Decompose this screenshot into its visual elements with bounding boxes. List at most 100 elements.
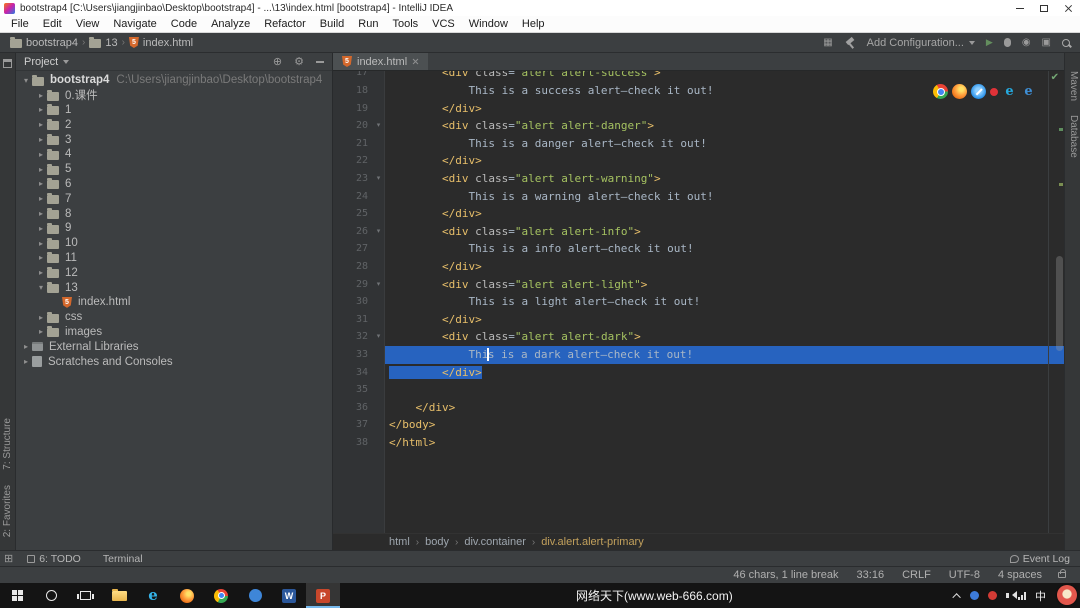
line-number[interactable]: 37 [333,416,372,434]
line-number[interactable]: 30 [333,293,372,311]
taskbar-firefox-button[interactable] [170,583,204,608]
code-line-text[interactable]: </div> [385,152,1064,170]
line-number[interactable]: 18 [333,82,372,100]
breadcrumb-div-container[interactable]: div.container [464,536,526,548]
line-separator[interactable]: CRLF [902,569,931,581]
code-line-text[interactable]: <div class="alert alert-info"> [385,223,1064,241]
tree-chevron-icon[interactable]: ▸ [35,239,47,248]
ime-indicator[interactable]: 中 [1035,588,1046,604]
code-line[interactable]: 20 ▾ <div class="alert alert-danger"> [333,117,1064,135]
tree-chevron-icon[interactable]: ▸ [35,150,47,159]
menu-tools[interactable]: Tools [385,16,425,32]
code-line-text[interactable]: <div class="alert alert-danger"> [385,117,1064,135]
tree-chevron-icon[interactable]: ▸ [35,224,47,233]
readonly-lock-icon[interactable] [1058,569,1066,578]
code-line-text[interactable]: </html> [385,434,1064,452]
tree-chevron-icon[interactable]: ▸ [35,165,47,174]
menu-navigate[interactable]: Navigate [106,16,163,32]
code-line[interactable]: 25 </div> [333,205,1064,223]
code-line-text[interactable]: </div> [385,311,1064,329]
tool-maven[interactable]: Maven [1068,71,1079,101]
fold-arrow-icon[interactable]: ▾ [372,117,385,135]
hide-panel-icon[interactable] [316,60,324,63]
close-tab-icon[interactable] [412,58,419,65]
menu-vcs[interactable]: VCS [425,16,462,32]
tree-chevron-icon[interactable]: ▸ [35,313,47,322]
coverage-icon[interactable]: ◉ [1022,37,1031,48]
line-number[interactable]: 17 [333,71,372,82]
menu-window[interactable]: Window [462,16,515,32]
code-line-text[interactable]: </div> [385,364,1064,382]
line-number[interactable]: 32 [333,328,372,346]
line-number[interactable]: 33 [333,346,372,364]
project-tree-item[interactable]: ▸ External Libraries [16,339,332,354]
code-line-text[interactable]: </div> [385,258,1064,276]
line-number[interactable]: 27 [333,240,372,258]
nav-crumb-index-html[interactable]: 5 index.html [128,37,193,49]
menu-file[interactable]: File [4,16,36,32]
project-tree-item[interactable]: 5 index.html [16,295,332,310]
taskbar-chrome-button[interactable] [204,583,238,608]
project-tree-item[interactable]: ▸ 1 [16,103,332,118]
line-number[interactable]: 22 [333,152,372,170]
safari-icon[interactable] [971,84,986,99]
taskbar-file-explorer-button[interactable] [102,583,136,608]
layout-icon[interactable]: ▦ [823,37,832,48]
project-tree-item[interactable]: ▾ 13 [16,280,332,295]
taskbar-app-button[interactable] [238,583,272,608]
code-line-text[interactable] [385,381,1064,399]
tree-chevron-icon[interactable]: ▾ [35,283,47,292]
code-line[interactable]: 22 </div> [333,152,1064,170]
project-panel-title[interactable]: Project [24,56,58,68]
volume-icon[interactable] [1006,591,1017,599]
menu-run[interactable]: Run [351,16,385,32]
breadcrumb-body[interactable]: body [425,536,449,548]
line-number[interactable]: 24 [333,188,372,206]
tree-chevron-icon[interactable]: ▸ [35,327,47,336]
code-line-text[interactable]: </div> [385,205,1064,223]
code-line[interactable]: 26 ▾ <div class="alert alert-info"> [333,223,1064,241]
tool-structure[interactable]: 7: Structure [2,418,13,470]
code-line[interactable]: 35 [333,381,1064,399]
menu-analyze[interactable]: Analyze [204,16,257,32]
tool-switcher-icon[interactable]: ⊞ [4,552,13,565]
code-line-text[interactable]: <div class="alert alert-light"> [385,276,1064,294]
line-number[interactable]: 20 [333,117,372,135]
project-tree-item[interactable]: ▸ 0.课件 [16,88,332,103]
tray-app-blue-icon[interactable] [970,591,979,600]
code-line[interactable]: 23 ▾ <div class="alert alert-warning"> [333,170,1064,188]
project-tree-item[interactable]: ▸ css [16,310,332,325]
code-line-text[interactable]: <div class="alert alert-success"> [385,71,1064,82]
code-line-text[interactable]: This is a info alert—check it out! [385,240,1064,258]
project-tree-item[interactable]: ▸ 2 [16,117,332,132]
profiler-icon[interactable]: ▣ [1042,37,1051,48]
code-line[interactable]: 34 </div> [333,364,1064,382]
fold-arrow-icon[interactable]: ▾ [372,328,385,346]
line-number[interactable]: 21 [333,135,372,153]
line-number[interactable]: 31 [333,311,372,329]
nav-crumb-bootstrap4[interactable]: bootstrap4 [10,37,78,49]
taskbar-search-button[interactable] [34,583,68,608]
project-tree-item[interactable]: ▸ Scratches and Consoles [16,354,332,369]
taskbar-start-button[interactable] [0,583,34,608]
tool-terminal[interactable]: Terminal [103,553,143,565]
caret-position[interactable]: 33:16 [857,569,885,581]
tool-favorites[interactable]: 2: Favorites [2,485,13,537]
line-number[interactable]: 36 [333,399,372,417]
tab-index-html[interactable]: 5 index.html [333,53,429,70]
project-tree-item[interactable]: ▸ 3 [16,132,332,147]
indent-info[interactable]: 4 spaces [998,569,1042,581]
network-icon[interactable] [1018,591,1026,600]
fold-arrow-icon[interactable]: ▾ [372,223,385,241]
tree-chevron-icon[interactable]: ▸ [35,105,47,114]
code-line-text[interactable]: </div> [385,399,1064,417]
event-log-button[interactable]: Event Log [1009,553,1070,565]
line-number[interactable]: 34 [333,364,372,382]
project-tree-item[interactable]: ▸ 4 [16,147,332,162]
firefox-icon[interactable] [952,84,967,99]
project-tree-item[interactable]: ▸ 10 [16,236,332,251]
project-tree-item[interactable]: ▸ 11 [16,251,332,266]
inspections-ok-icon[interactable]: ✔ [1051,72,1059,83]
taskbar-task-view-button[interactable] [68,583,102,608]
locate-file-icon[interactable]: ⊕ [273,55,282,68]
